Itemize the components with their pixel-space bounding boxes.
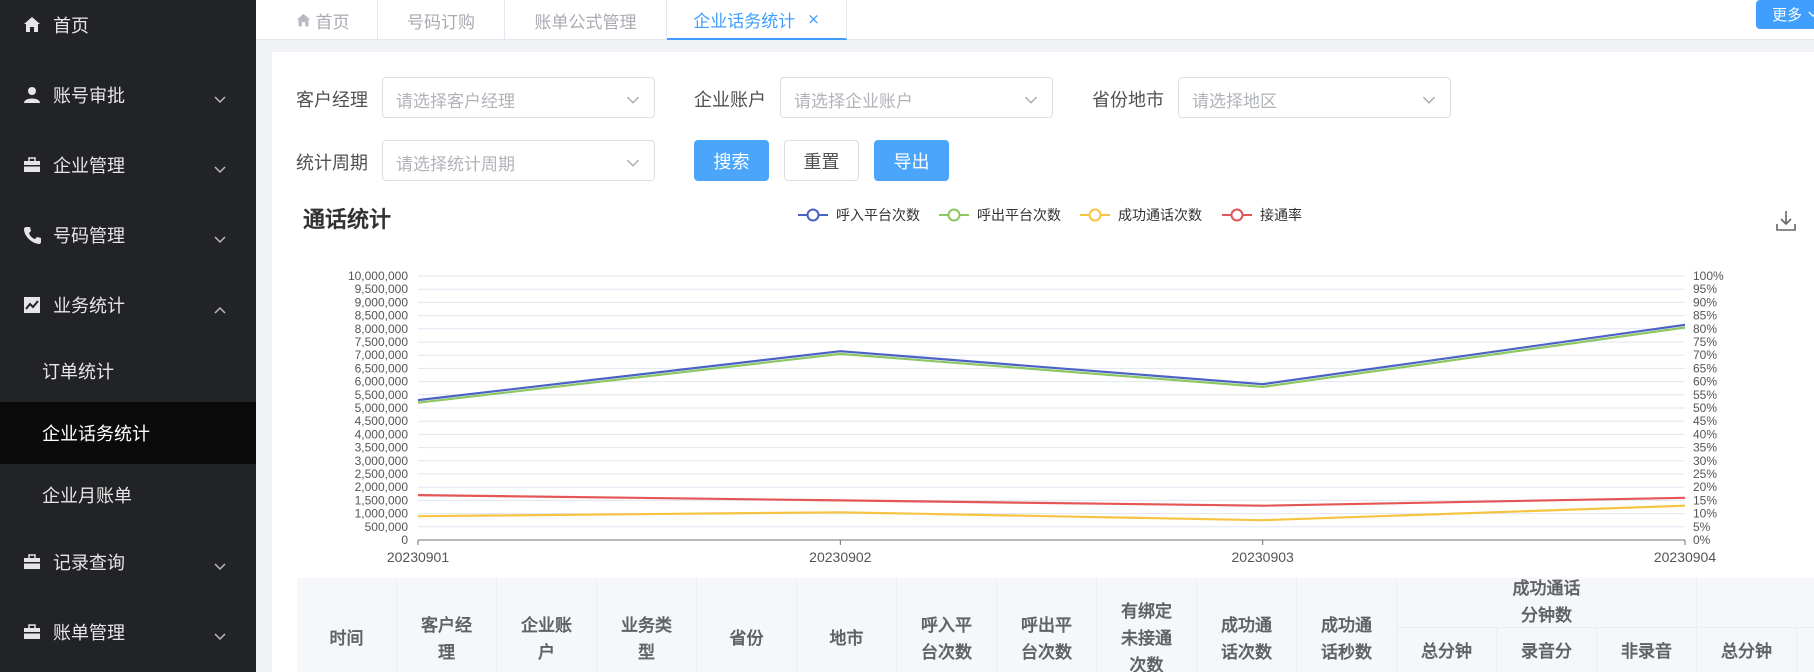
y-tick-label: 8,000,000: [355, 322, 409, 336]
header-label: 呼入平台次数: [921, 615, 972, 663]
header-cell: 企业账户: [497, 578, 597, 672]
x-tick-label: 20230901: [387, 549, 450, 565]
y2-tick-label: 5%: [1693, 520, 1711, 534]
y2-tick-label: 10%: [1693, 507, 1717, 521]
header-label: 成功通话次数: [1221, 615, 1272, 663]
y2-tick-label: 35%: [1693, 441, 1717, 455]
header-label: 有绑定未接通次数: [1121, 602, 1172, 672]
header-group-cell: 成功通话分钟数: [1397, 578, 1697, 628]
y2-tick-label: 90%: [1693, 295, 1717, 309]
x-tick-label: 20230904: [1654, 549, 1717, 565]
header-label: 客户经理: [421, 615, 472, 663]
x-tick-label: 20230903: [1232, 549, 1295, 565]
header-label: 非录音: [1621, 642, 1672, 662]
header-cell: 呼入平台次数: [897, 578, 997, 672]
y2-tick-label: 65%: [1693, 361, 1717, 375]
y2-tick-label: 100%: [1693, 269, 1724, 283]
y2-tick-label: 60%: [1693, 375, 1717, 389]
header-label: 录音分: [1521, 642, 1572, 662]
y2-tick-label: 45%: [1693, 414, 1717, 428]
x-tick-label: 20230902: [809, 549, 872, 565]
header-cell: 时间: [297, 578, 397, 672]
y2-tick-label: 80%: [1693, 322, 1717, 336]
header-label: 总分钟: [1721, 642, 1772, 662]
header-subcell: 录音分: [1497, 628, 1597, 672]
header-cell: 地市: [797, 578, 897, 672]
header-label: 企业账户: [521, 615, 572, 663]
y-tick-label: 7,500,000: [355, 335, 409, 349]
y-tick-label: 6,500,000: [355, 361, 409, 375]
header-subcell: 非录音: [1597, 628, 1697, 672]
y2-tick-label: 25%: [1693, 467, 1717, 481]
y-tick-label: 500,000: [365, 520, 409, 534]
y2-tick-label: 40%: [1693, 427, 1717, 441]
y-tick-label: 5,000,000: [355, 401, 409, 415]
header-label: 业务类型: [621, 615, 672, 663]
y2-tick-label: 15%: [1693, 493, 1717, 507]
header-label: 成功通话分钟数: [1512, 578, 1581, 626]
header-group-cell: 计: [1697, 578, 1814, 628]
header-cell: 有绑定未接通次数: [1097, 578, 1197, 672]
y-tick-label: 2,000,000: [355, 480, 409, 494]
header-cell: 业务类型: [597, 578, 697, 672]
header-cell: 成功通话次数: [1197, 578, 1297, 672]
y-tick-label: 3,000,000: [355, 454, 409, 468]
header-label: 呼出平台次数: [1021, 615, 1072, 663]
series-line: [417, 326, 1686, 404]
series-line: [417, 323, 1686, 402]
y-tick-label: 10,000,000: [348, 269, 408, 283]
y2-tick-label: 0%: [1693, 533, 1711, 547]
header-label: 时间: [329, 629, 364, 649]
y2-tick-label: 30%: [1693, 454, 1717, 468]
y2-tick-label: 70%: [1693, 348, 1717, 362]
header-label: 计: [1807, 589, 1814, 616]
header-subcell: 总分钟: [1397, 628, 1497, 672]
y-tick-label: 2,500,000: [355, 467, 409, 481]
y2-tick-label: 85%: [1693, 309, 1717, 323]
y-tick-label: 4,500,000: [355, 414, 409, 428]
header-subcell: 总分钟: [1697, 628, 1797, 672]
table-header: 时间 客户经理 企业账户 业务类型 省份 地市 呼入平台次数 呼出平台次数 有绑定未接通次数 成功…: [297, 578, 1814, 672]
header-cell: 省份: [697, 578, 797, 672]
y-tick-label: 9,500,000: [355, 282, 409, 296]
line-chart: 0 0% 500,000 5% 1,000,000 10% 1,500,000 15% 2,00…: [348, 269, 1724, 565]
y-tick-label: 8,500,000: [355, 309, 409, 323]
header-label: 地市: [829, 629, 864, 649]
y-tick-label: 4,000,000: [355, 427, 409, 441]
header-cell: 呼出平台次数: [997, 578, 1097, 672]
series-line: [417, 504, 1686, 522]
y2-tick-label: 95%: [1693, 282, 1717, 296]
y-tick-label: 9,000,000: [355, 295, 409, 309]
header-label: 省份: [729, 629, 764, 649]
header-cell: 客户经理: [397, 578, 497, 672]
y-tick-label: 7,000,000: [355, 348, 409, 362]
header-label: 成功通话秒数: [1321, 615, 1372, 663]
y-tick-label: 3,500,000: [355, 441, 409, 455]
y2-tick-label: 20%: [1693, 480, 1717, 494]
y-tick-label: 6,000,000: [355, 375, 409, 389]
y2-tick-label: 55%: [1693, 388, 1717, 402]
y2-tick-label: 50%: [1693, 401, 1717, 415]
header-cell: 成功通话秒数: [1297, 578, 1397, 672]
y-tick-label: 5,500,000: [355, 388, 409, 402]
header-label: 总分钟: [1421, 642, 1472, 662]
y-tick-label: 1,000,000: [355, 507, 409, 521]
y2-tick-label: 75%: [1693, 335, 1717, 349]
y-tick-label: 1,500,000: [355, 493, 409, 507]
y-tick-label: 0: [401, 533, 408, 547]
